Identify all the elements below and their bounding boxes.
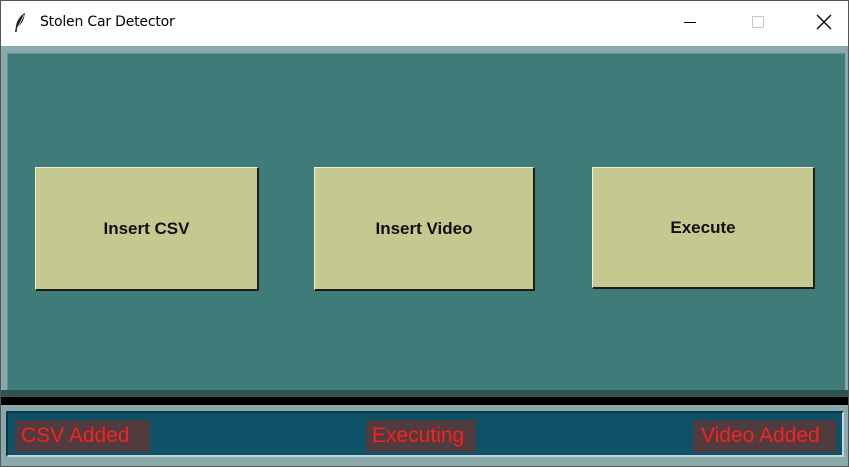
window-title: Stolen Car Detector — [40, 14, 175, 30]
app-window: Stolen Car Detector Insert CSV Insert Vi… — [0, 0, 849, 467]
insert-csv-button[interactable]: Insert CSV — [35, 167, 259, 291]
close-icon — [816, 14, 832, 34]
execution-status-label: Executing — [366, 420, 476, 452]
separator — [1, 397, 848, 405]
insert-video-button[interactable]: Insert Video — [314, 167, 535, 291]
feather-icon — [12, 12, 28, 34]
maximize-icon — [751, 14, 765, 33]
execute-button[interactable]: Execute — [592, 167, 815, 289]
maximize-button[interactable] — [735, 1, 781, 46]
minimize-icon — [683, 14, 697, 33]
video-status-label: Video Added — [693, 420, 836, 452]
title-bar[interactable]: Stolen Car Detector — [1, 1, 848, 46]
minimize-button[interactable] — [667, 1, 713, 46]
csv-status-label: CSV Added — [15, 420, 150, 452]
close-button[interactable] — [801, 1, 847, 46]
